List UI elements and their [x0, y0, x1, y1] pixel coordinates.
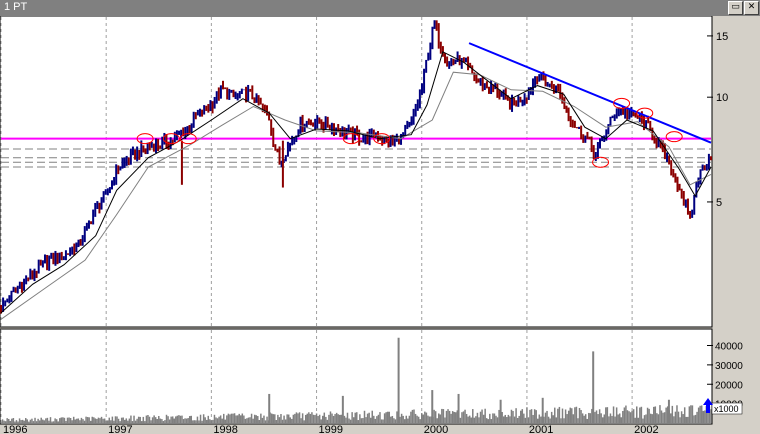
volume-tick-label: 30000 [715, 361, 743, 372]
y-tick-label: 10 [716, 92, 728, 104]
volume-multiplier-label: x1000 [714, 404, 739, 414]
x-tick-label: 1996 [3, 424, 27, 434]
x-tick-label: 2002 [634, 424, 658, 434]
volume-tick-label: 20000 [715, 380, 743, 391]
x-tick-label: 1999 [319, 424, 343, 434]
x-tick-label: 1998 [213, 424, 237, 434]
chart-window: 1 PT ▭ ✕ 1996 1997 1998 1999 2000 2001 2002 5 10… [0, 0, 760, 434]
x-tick-label: 1997 [108, 424, 132, 434]
volume-tick-label: 40000 [715, 342, 743, 353]
x-tick-label: 2000 [424, 424, 448, 434]
window-title: 1 PT [4, 1, 28, 13]
y-tick-label: 5 [716, 197, 722, 209]
price-panel [0, 16, 713, 328]
stock-chart: 1996199719981999200020012002510151000020… [0, 16, 743, 434]
close-icon[interactable]: ✕ [744, 1, 759, 15]
title-bar: 1 PT ▭ ✕ [0, 0, 760, 16]
minimize-icon[interactable]: ▭ [728, 1, 743, 15]
y-tick-label: 15 [716, 31, 728, 43]
x-tick-label: 2001 [529, 424, 553, 434]
